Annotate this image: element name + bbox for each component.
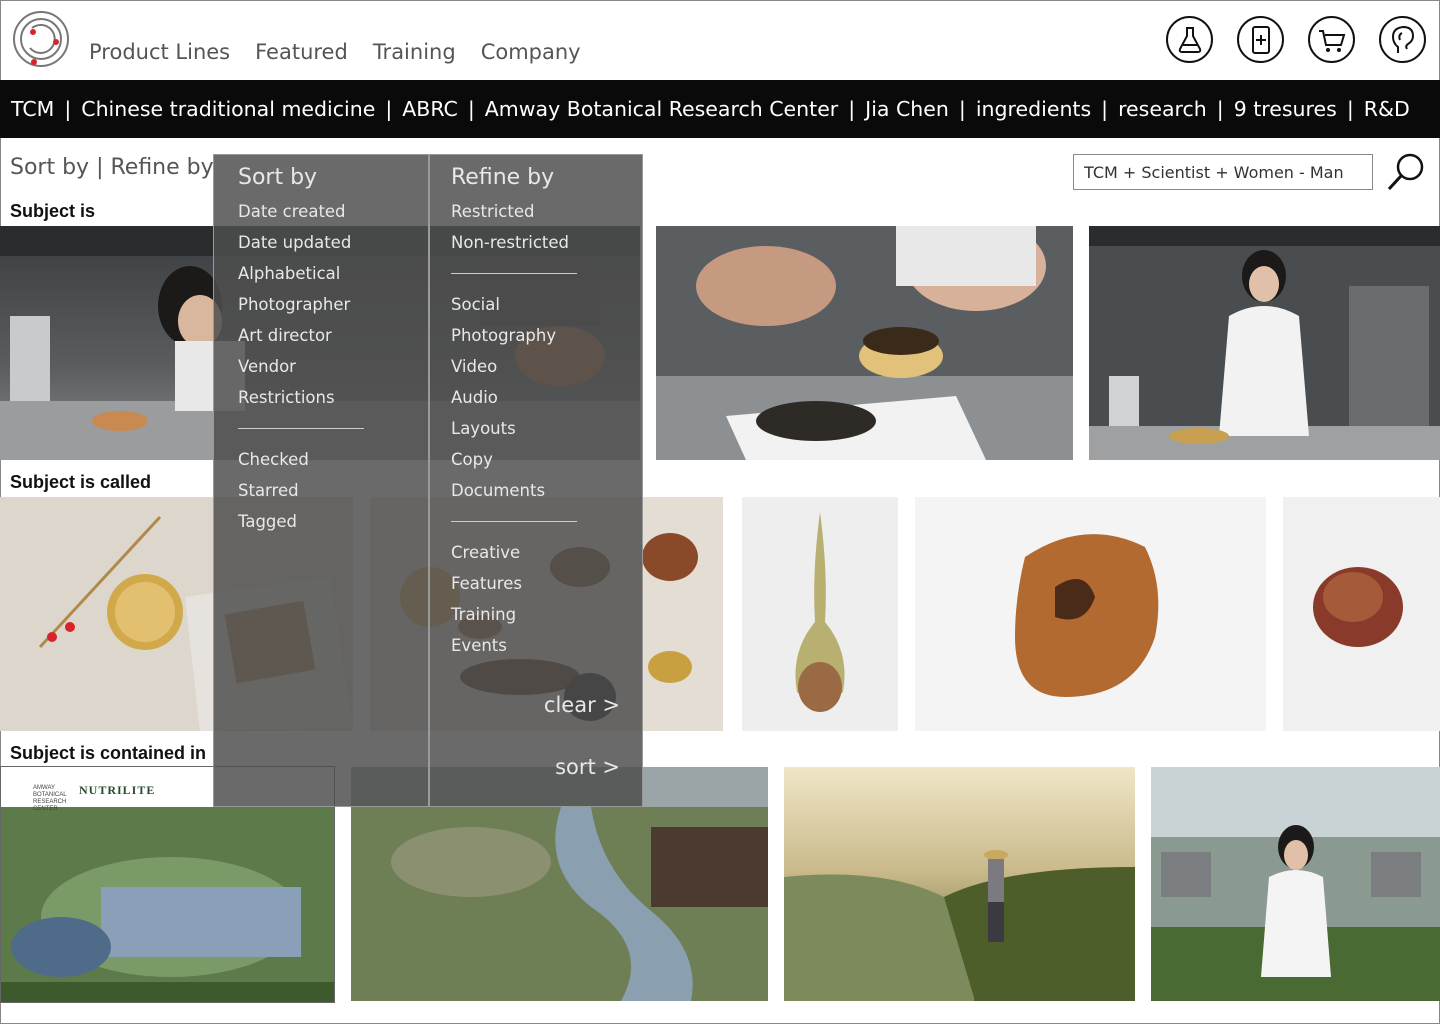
refine-option[interactable]: Restricted xyxy=(451,196,569,227)
tag-separator: | xyxy=(385,97,393,121)
sort-apply-button[interactable]: sort > xyxy=(555,755,620,779)
tag-item[interactable]: ingredients xyxy=(976,97,1091,121)
clear-button[interactable]: clear > xyxy=(544,693,620,717)
section-label-subject-is-called: Subject is called xyxy=(10,472,152,492)
sort-option[interactable]: Vendor xyxy=(238,351,351,382)
abrc-brochure-caption: AMWAY BOTANICAL RESEARCH CENTER xyxy=(33,785,67,812)
sort-refine-separator: | xyxy=(89,155,111,180)
tag-separator: | xyxy=(848,97,856,121)
photo-scientist-greenhouse[interactable] xyxy=(1151,767,1440,1001)
sort-option[interactable]: Date updated xyxy=(238,227,351,258)
main-nav: Product Lines Featured Training Company xyxy=(89,40,581,64)
tag-separator: | xyxy=(467,97,475,121)
brand-logo[interactable] xyxy=(12,10,70,68)
sort-option[interactable]: Checked xyxy=(238,444,351,475)
sort-option[interactable]: Tagged xyxy=(238,506,351,537)
photo-farmer-riverbank[interactable] xyxy=(784,767,1135,1001)
refine-divider xyxy=(451,506,578,537)
tag-separator: | xyxy=(958,97,966,121)
tag-separator: | xyxy=(1101,97,1109,121)
panel-divider xyxy=(428,155,430,806)
nav-product-lines[interactable]: Product Lines xyxy=(89,40,230,64)
tag-separator: | xyxy=(1216,97,1224,121)
sort-option[interactable]: Restrictions xyxy=(238,382,351,413)
tag-item[interactable]: ABRC xyxy=(402,97,458,121)
cart-icon[interactable] xyxy=(1308,16,1355,63)
sort-option[interactable]: Art director xyxy=(238,320,351,351)
photo-dried-root[interactable] xyxy=(742,497,898,731)
refine-by-link[interactable]: Refine by xyxy=(110,155,213,180)
sort-option[interactable]: Photographer xyxy=(238,289,351,320)
tag-separator: | xyxy=(64,97,72,121)
flask-icon[interactable] xyxy=(1166,16,1213,63)
sort-by-link[interactable]: Sort by xyxy=(10,155,89,180)
refine-option[interactable]: Non-restricted xyxy=(451,227,569,258)
nav-featured[interactable]: Featured xyxy=(255,40,348,64)
sort-option[interactable]: Starred xyxy=(238,475,351,506)
section-label-subject-contained-in: Subject is contained in xyxy=(10,743,207,763)
profile-head-icon[interactable] xyxy=(1379,16,1426,63)
refine-option[interactable]: Copy xyxy=(451,444,569,475)
sort-refine-panel: Sort by Date created Date updated Alphab… xyxy=(213,154,643,807)
tag-item[interactable]: TCM xyxy=(11,97,54,121)
tag-item[interactable]: Chinese traditional medicine xyxy=(81,97,375,121)
refine-option[interactable]: Layouts xyxy=(451,413,569,444)
refine-option[interactable]: Social xyxy=(451,289,569,320)
refine-divider xyxy=(451,258,578,289)
nav-training[interactable]: Training xyxy=(373,40,456,64)
photo-scientist-portrait-lab[interactable] xyxy=(1089,226,1440,460)
refine-column: Refine by Restricted Non-restricted Soci… xyxy=(451,165,578,661)
sort-option[interactable]: Date created xyxy=(238,196,351,227)
search-icon[interactable] xyxy=(1384,150,1428,194)
tag-bar: TCM | Chinese traditional medicine | ABRC |… xyxy=(0,80,1440,138)
nav-company[interactable]: Company xyxy=(481,40,581,64)
photo-dried-flower-pile[interactable] xyxy=(1283,497,1440,731)
photo-reishi-slice[interactable] xyxy=(915,497,1266,731)
refine-option[interactable]: Documents xyxy=(451,475,569,506)
photo-hands-herbs-dish[interactable] xyxy=(656,226,1073,460)
refine-option[interactable]: Video xyxy=(451,351,569,382)
tag-item[interactable]: Amway Botanical Research Center xyxy=(485,97,838,121)
sort-option[interactable]: Alphabetical xyxy=(238,258,351,289)
sort-column: Sort by Date created Date updated Alphab… xyxy=(238,165,365,537)
tag-item[interactable]: 9 tresures xyxy=(1234,97,1337,121)
tag-item[interactable]: research xyxy=(1118,97,1207,121)
top-icon-bar xyxy=(1166,16,1426,63)
refine-title: Refine by xyxy=(451,165,555,190)
refine-option[interactable]: Events xyxy=(451,630,569,661)
phone-plus-icon[interactable] xyxy=(1237,16,1284,63)
tag-item[interactable]: R&D xyxy=(1364,97,1410,121)
section-label-subject-is: Subject is xyxy=(10,201,96,221)
sort-divider xyxy=(238,413,365,444)
search-input[interactable] xyxy=(1073,154,1373,190)
tag-separator: | xyxy=(1346,97,1354,121)
refine-option[interactable]: Audio xyxy=(451,382,569,413)
refine-option[interactable]: Training xyxy=(451,599,569,630)
tag-item[interactable]: Jia Chen xyxy=(865,97,949,121)
nutrilite-logo: NUTRILITE xyxy=(79,783,156,797)
refine-option[interactable]: Photography xyxy=(451,320,569,351)
sort-refine-toggle: Sort by | Refine by xyxy=(10,155,214,180)
refine-option[interactable]: Features xyxy=(451,568,569,599)
refine-option[interactable]: Creative xyxy=(451,537,569,568)
sort-title: Sort by xyxy=(238,165,318,190)
